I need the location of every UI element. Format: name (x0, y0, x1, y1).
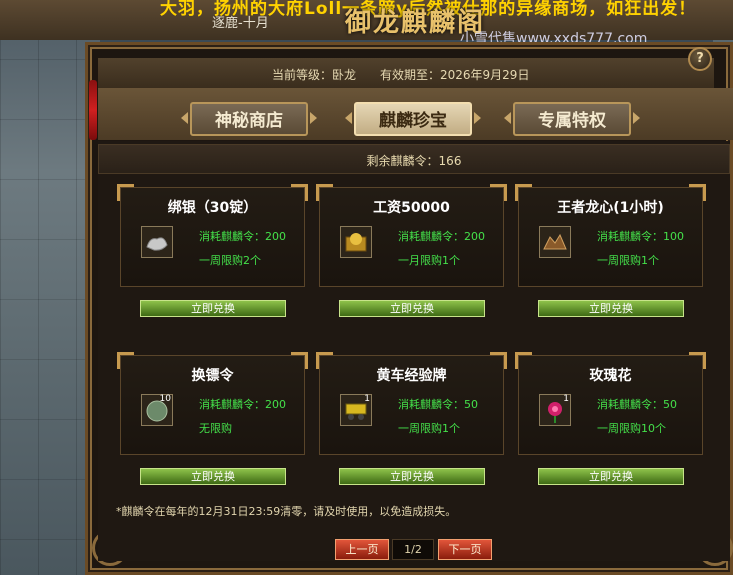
tab-ornament-icon (181, 112, 188, 124)
tab-exclusive-privilege[interactable]: 专属特权 (513, 102, 631, 136)
prev-page-button[interactable]: 上一页 (335, 539, 389, 560)
tab-ornament-icon (310, 112, 317, 124)
yellow-cart-exp-icon[interactable]: 1 (340, 394, 372, 426)
remaining-tokens: 剩余麒麟令：166 (366, 154, 462, 168)
escort-token-icon[interactable]: 10 (141, 394, 173, 426)
item-cost: 消耗麒麟令：100 (597, 230, 684, 243)
item-cost: 消耗麒麟令：50 (597, 398, 677, 411)
dragon-heart-icon[interactable] (539, 226, 571, 258)
item-count-badge: 10 (159, 394, 171, 404)
silver-ingot-icon[interactable] (141, 226, 173, 258)
redeem-button[interactable]: 立即兑换 (339, 468, 485, 485)
tab-ornament-icon (504, 112, 511, 124)
red-tassel-decoration (89, 80, 97, 140)
redeem-button[interactable]: 立即兑换 (538, 468, 684, 485)
item-limit: 一月限购1个 (398, 254, 460, 267)
item-cost: 消耗麒麟令：200 (199, 398, 286, 411)
item-card: 工资50000 消耗麒麟令：200 一月限购1个 (316, 184, 507, 287)
redeem-button[interactable]: 立即兑换 (339, 300, 485, 317)
item-title: 玫瑰花 (589, 368, 632, 384)
item-card: 换镖令 10 消耗麒麟令：200 无限购 (117, 352, 308, 455)
item-limit: 一周限购10个 (597, 422, 666, 435)
redeem-button[interactable]: 立即兑换 (140, 468, 286, 485)
item-card: 绑银（30锭） 消耗麒麟令：200 一周限购2个 (117, 184, 308, 287)
rose-icon[interactable]: 1 (539, 394, 571, 426)
item-card: 王者龙心(1小时) 消耗麒麟令：100 一周限购1个 (515, 184, 706, 287)
tab-qilin-treasure[interactable]: 麒麟珍宝 (354, 102, 472, 136)
item-limit: 一周限购1个 (597, 254, 659, 267)
item-cost: 消耗麒麟令：200 (398, 230, 485, 243)
item-count-badge: 1 (563, 394, 569, 404)
tab-ornament-icon (345, 112, 352, 124)
current-level: 当前等级：卧龙 (272, 68, 357, 82)
tab-ornament-icon (474, 112, 481, 124)
item-limit: 无限购 (199, 422, 232, 435)
item-card: 玫瑰花 1 消耗麒麟令：50 一周限购10个 (515, 352, 706, 455)
redeem-button[interactable]: 立即兑换 (140, 300, 286, 317)
next-page-button[interactable]: 下一页 (438, 539, 492, 560)
item-count-badge: 1 (364, 394, 370, 404)
page-indicator: 1/2 (392, 539, 434, 560)
marquee-subtext: 逐鹿-十月 (212, 16, 269, 31)
redeem-button[interactable]: 立即兑换 (538, 300, 684, 317)
tab-mystery-shop[interactable]: 神秘商店 (190, 102, 308, 136)
item-cost: 消耗麒麟令：50 (398, 398, 478, 411)
item-title: 王者龙心(1小时) (557, 200, 664, 216)
item-title: 工资50000 (373, 200, 450, 216)
help-button[interactable]: ? (688, 47, 712, 71)
item-card: 黄车经验牌 1 消耗麒麟令：50 一周限购1个 (316, 352, 507, 455)
token-reset-note: *麒麟令在每年的12月31日23:59清零，请及时使用，以免造成损失。 (116, 505, 457, 518)
remaining-tokens-bar: 剩余麒麟令：166 (98, 144, 730, 174)
item-limit: 一周限购2个 (199, 254, 261, 267)
tab-ornament-icon (633, 112, 640, 124)
validity-date: 有效期至：2026年9月29日 (380, 68, 530, 82)
wage-chest-icon[interactable] (340, 226, 372, 258)
item-limit: 一周限购1个 (398, 422, 460, 435)
item-title: 黄车经验牌 (376, 368, 447, 384)
item-cost: 消耗麒麟令：200 (199, 230, 286, 243)
item-title: 换镖令 (191, 368, 234, 384)
item-title: 绑银（30锭） (167, 200, 258, 216)
status-bar: 当前等级：卧龙 有效期至：2026年9月29日 (98, 58, 714, 89)
